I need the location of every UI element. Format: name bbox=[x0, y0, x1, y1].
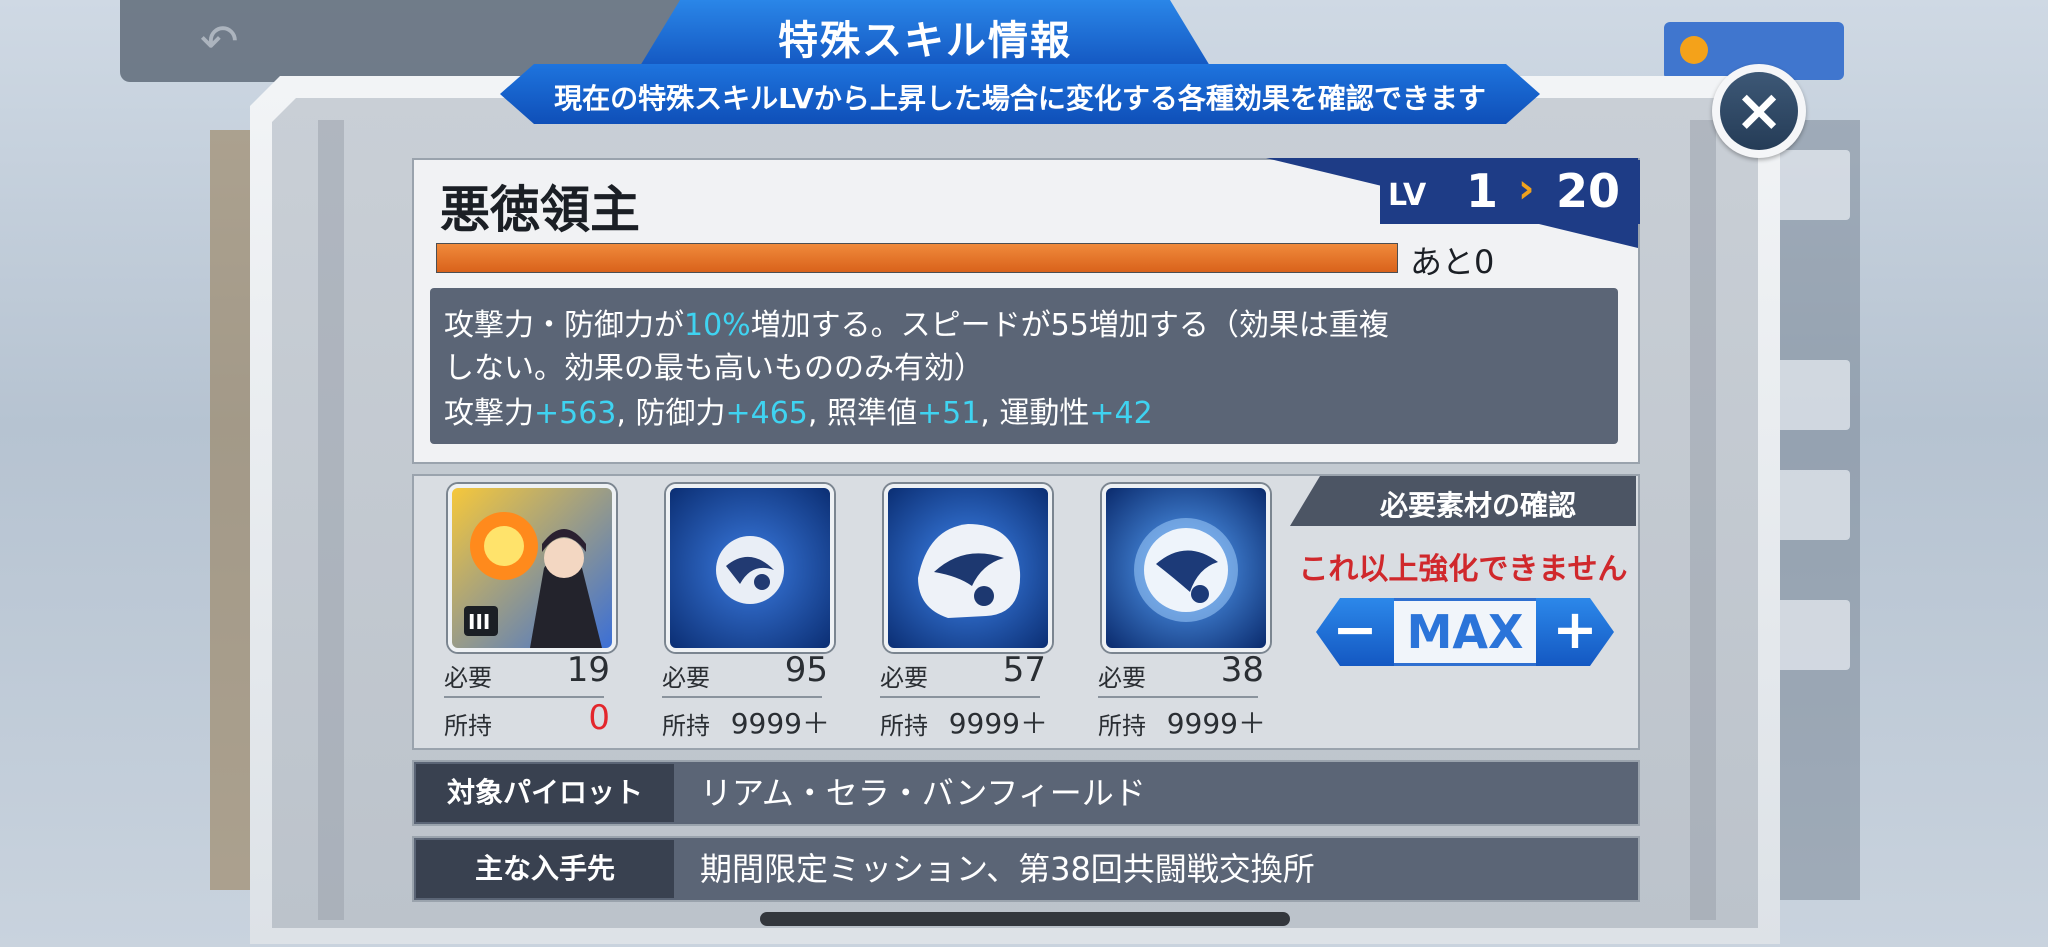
required-label: 必要 bbox=[444, 664, 492, 692]
exp-remaining: あと0 bbox=[1410, 243, 1495, 281]
stat-sep: , bbox=[616, 396, 636, 431]
level-label: LV bbox=[1388, 178, 1427, 213]
description-line-2: しない。効果の最も高いもののみ有効） bbox=[444, 351, 984, 386]
required-label: 必要 bbox=[1098, 664, 1146, 692]
required-label: 必要 bbox=[880, 664, 928, 692]
background-coin-icon bbox=[1680, 36, 1708, 64]
level-target: 20 bbox=[1556, 164, 1621, 218]
dialog-rail-left bbox=[318, 120, 344, 920]
background-chip bbox=[1770, 470, 1850, 540]
rank-badge: III bbox=[468, 610, 491, 634]
dialog-subtitle: 現在の特殊スキルLVから上昇した場合に変化する各種効果を確認できます bbox=[554, 82, 1486, 115]
divider bbox=[880, 696, 1040, 698]
stat-value: +465 bbox=[725, 396, 808, 431]
stat-sep: , bbox=[980, 396, 1000, 431]
max-button[interactable]: MAX bbox=[1394, 598, 1536, 666]
required-value: 38 bbox=[1220, 650, 1264, 690]
skill-name: 悪徳領主 bbox=[440, 181, 640, 239]
materials-confirm-title: 必要素材の確認 bbox=[1379, 489, 1576, 522]
stat-value: +563 bbox=[534, 396, 617, 431]
stat-name: 防御力 bbox=[635, 396, 726, 431]
exp-progress-fill bbox=[437, 244, 1397, 272]
level-arrow-icon: › bbox=[1518, 166, 1535, 212]
required-value: 19 bbox=[566, 650, 610, 690]
required-value: 95 bbox=[784, 650, 828, 690]
stat-sep: , bbox=[807, 396, 827, 431]
description-line-1: 攻撃力・防御力が10%増加する。スピードが55増加する（効果は重複 bbox=[444, 300, 1389, 344]
bottom-indicator bbox=[760, 912, 1290, 926]
description-text: 増加する。スピードが55増加する（効果は重複 bbox=[750, 308, 1389, 343]
required-label: 必要 bbox=[662, 664, 710, 692]
required-value: 57 bbox=[1002, 650, 1046, 690]
stat-name: 運動性 bbox=[999, 396, 1090, 431]
owned-value: 9999＋ bbox=[730, 707, 830, 740]
divider bbox=[1098, 696, 1258, 698]
medium-orb-icon[interactable] bbox=[884, 484, 1052, 652]
background-chip bbox=[1770, 360, 1850, 430]
dialog-title: 特殊スキル情報 bbox=[778, 18, 1072, 64]
stat-value: +42 bbox=[1089, 396, 1153, 431]
owned-value: 9999＋ bbox=[948, 707, 1048, 740]
small-orb-icon[interactable] bbox=[666, 484, 834, 652]
background-chip bbox=[1770, 600, 1850, 670]
target-pilot-label: 対象パイロット bbox=[416, 764, 674, 822]
pilot-card-icon[interactable]: III bbox=[448, 484, 616, 652]
source-value: 期間限定ミッション、第38回共闘戦交換所 bbox=[700, 850, 1315, 888]
target-pilot-value: リアム・セラ・バンフィールド bbox=[700, 774, 1146, 812]
dialog-rail-right bbox=[1690, 120, 1716, 920]
large-orb-icon[interactable] bbox=[1102, 484, 1270, 652]
level-current: 1 bbox=[1466, 164, 1499, 218]
background-chip bbox=[1770, 150, 1850, 220]
description-text: 攻撃力・防御力が bbox=[444, 308, 684, 343]
description-highlight: 10% bbox=[684, 308, 751, 343]
max-level-status: これ以上強化できません bbox=[1298, 552, 1628, 587]
exp-progress-bar bbox=[436, 243, 1398, 273]
stat-value: +51 bbox=[916, 396, 981, 431]
stat-name: 照準値 bbox=[826, 396, 917, 431]
source-label: 主な入手先 bbox=[416, 840, 674, 898]
close-x-icon: × bbox=[1720, 72, 1798, 150]
owned-value: 9999＋ bbox=[1166, 707, 1266, 740]
background-back-arrow-icon: ↶ bbox=[200, 14, 239, 68]
owned-value: 0 bbox=[588, 698, 610, 738]
divider bbox=[662, 696, 822, 698]
stat-name: 攻撃力 bbox=[444, 396, 534, 431]
description-stats: 攻撃力+563, 防御力+465, 照準値+51, 運動性+42 bbox=[444, 388, 1153, 432]
close-button[interactable]: × bbox=[1712, 64, 1806, 158]
